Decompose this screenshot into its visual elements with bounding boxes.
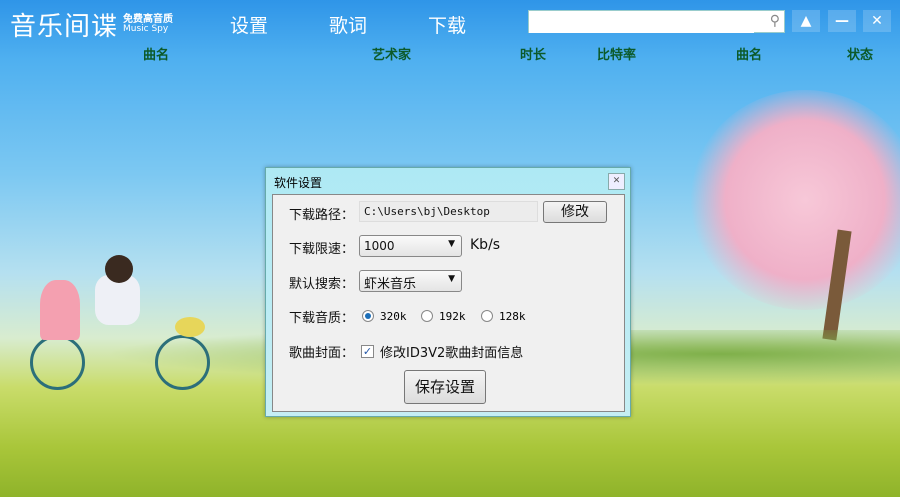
skin-button[interactable]: ▲ [792,10,820,32]
column-header-artist[interactable]: 艺术家 [372,44,411,63]
cyclists-illustration [30,255,220,395]
tree-blossom [690,90,900,310]
quality-option-320k[interactable]: 320k [380,310,407,323]
quality-radio-320k[interactable] [362,310,374,322]
tree-trunk [822,229,852,341]
close-button[interactable]: ✕ [863,10,891,32]
app-logo: 音乐间谍 [10,12,119,42]
nav-settings[interactable]: 设置 [230,11,268,38]
search-box[interactable]: ⚲ [528,10,785,33]
quality-radio-192k[interactable] [421,310,433,322]
speed-select[interactable]: 1000 ▼ [359,235,462,257]
save-settings-button[interactable]: 保存设置 [404,370,486,404]
search-source-value: 虾米音乐 [364,277,417,292]
app-tagline: 免费高音质 [123,14,173,25]
close-icon: ✕ [612,176,621,186]
cover-checkbox[interactable]: ✓ [361,345,374,358]
speed-value: 1000 [364,239,395,253]
dialog-close-button[interactable]: ✕ [608,173,625,190]
checkmark-icon: ✓ [362,345,373,358]
column-header-title[interactable]: 曲名 [143,44,169,63]
tshirt-icon: ▲ [800,13,812,29]
search-source-select[interactable]: 虾米音乐 ▼ [359,270,462,292]
app-subtitle: Music Spy [123,24,169,34]
column-header-title-2[interactable]: 曲名 [736,44,762,63]
path-label: 下载路径： [289,208,355,223]
cover-label: 歌曲封面： [289,346,355,361]
minimize-icon: — [835,13,849,29]
modify-path-button[interactable]: 修改 [543,201,607,223]
settings-panel: 下载路径： C:\Users\bj\Desktop 修改 下载限速： 1000 ▼… [272,194,625,412]
close-icon: ✕ [871,13,883,29]
quality-option-128k[interactable]: 128k [499,310,526,323]
nav-download[interactable]: 下载 [428,11,466,38]
speed-unit: Kb/s [470,237,501,253]
column-header-status[interactable]: 状态 [847,44,873,63]
chevron-down-icon: ▼ [448,274,455,284]
chevron-down-icon: ▼ [448,239,455,249]
path-field[interactable]: C:\Users\bj\Desktop [359,201,538,222]
dialog-title: 软件设置 [274,176,323,190]
cover-option-label[interactable]: 修改ID3V2歌曲封面信息 [380,342,523,361]
search-input[interactable] [529,11,754,33]
search-icon[interactable]: ⚲ [770,13,780,29]
quality-option-192k[interactable]: 192k [439,310,466,323]
quality-radio-128k[interactable] [481,310,493,322]
minimize-button[interactable]: — [828,10,856,32]
settings-dialog: 软件设置 ✕ 下载路径： C:\Users\bj\Desktop 修改 下载限速… [265,167,631,417]
speed-label: 下载限速： [289,242,355,257]
nav-lyrics[interactable]: 歌词 [329,11,367,38]
column-header-duration[interactable]: 时长 [520,44,546,63]
quality-label: 下载音质： [289,311,355,326]
search-source-label: 默认搜索： [289,277,355,292]
column-header-bitrate[interactable]: 比特率 [597,44,636,63]
